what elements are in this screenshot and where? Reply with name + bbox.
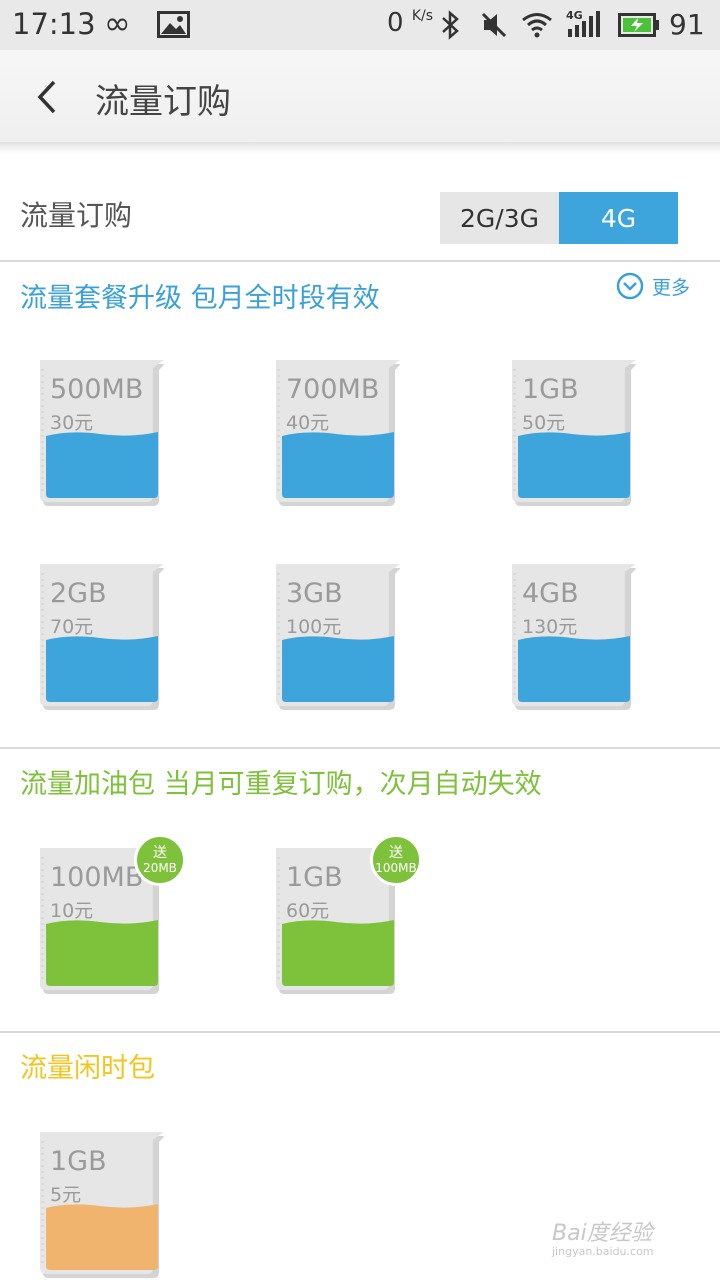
card-price: 30元: [50, 412, 94, 434]
card-price: 60元: [286, 900, 330, 922]
card-price: 70元: [50, 616, 94, 638]
net-speed: 0 K/s: [387, 8, 433, 38]
status-time: 17:13: [12, 7, 96, 41]
gift-badge-label: 送: [153, 845, 167, 861]
package-card[interactable]: 2GB 70元: [40, 564, 164, 710]
gift-badge: 送 100MB: [370, 834, 422, 886]
package-card[interactable]: 1GB 5元: [40, 1132, 164, 1278]
card-price: 50元: [522, 412, 566, 434]
net-speed-unit: K/s: [411, 8, 434, 24]
card-size: 1GB: [286, 862, 343, 893]
network-label: 流量订购: [20, 199, 133, 232]
watermark-sub: jingyan.baidu.com: [552, 1245, 654, 1258]
watermark: Bai度经验: [552, 1221, 653, 1246]
gift-badge-amount: 20MB: [143, 861, 177, 875]
package-card[interactable]: 4GB 130元: [512, 564, 636, 710]
mute-icon: [481, 12, 507, 38]
card-price: 130元: [522, 616, 578, 638]
more-button[interactable]: 更多: [616, 272, 690, 300]
page-title: 流量订购: [95, 82, 231, 122]
gift-badge-amount: 100MB: [375, 861, 417, 875]
package-card[interactable]: 100MB 10元 送 20MB: [40, 834, 186, 994]
package-card[interactable]: 1GB 60元 送 100MB: [276, 834, 422, 994]
section-title-booster: 流量加油包 当月可重复订购，次月自动失效: [20, 769, 542, 800]
status-bar: 17:13 ∞ 0 K/s 4G 91: [0, 0, 720, 50]
back-button[interactable]: [22, 72, 72, 122]
bluetooth-icon: [442, 10, 459, 40]
chevron-down-circle-icon: [616, 272, 644, 300]
card-size: 1GB: [522, 374, 579, 405]
tab-4g[interactable]: 4G: [559, 192, 678, 244]
divider: [0, 747, 720, 749]
section-title-idle: 流量闲时包: [20, 1053, 155, 1084]
card-size: 700MB: [286, 374, 380, 405]
network-selector-row: 流量订购 2G/3G 4G: [0, 154, 720, 260]
card-size: 2GB: [50, 578, 107, 609]
battery-level: 91: [669, 8, 705, 41]
section-title-upgrade: 流量套餐升级 包月全时段有效: [20, 283, 380, 314]
more-label: 更多: [652, 276, 691, 299]
card-size: 1GB: [50, 1146, 107, 1177]
gift-badge-label: 送: [389, 845, 403, 861]
card-price: 100元: [286, 616, 342, 638]
divider: [0, 260, 720, 262]
card-price: 40元: [286, 412, 330, 434]
gift-badge: 送 20MB: [134, 834, 186, 886]
card-size: 3GB: [286, 578, 343, 609]
battery-charging-icon: [618, 13, 659, 37]
package-card[interactable]: 500MB 30元: [40, 360, 164, 506]
package-card[interactable]: 3GB 100元: [276, 564, 400, 710]
header-shadow: [0, 142, 720, 154]
package-card[interactable]: 1GB 50元: [512, 360, 636, 506]
card-price: 10元: [50, 900, 94, 922]
card-size: 4GB: [522, 578, 579, 609]
network-toggle: 2G/3G 4G: [440, 192, 678, 244]
net-speed-value: 0: [387, 8, 404, 38]
card-price: 5元: [50, 1184, 82, 1206]
wifi-icon: [522, 13, 552, 38]
chevron-left-icon: [37, 80, 56, 114]
image-icon: [157, 11, 190, 38]
tab-2g3g[interactable]: 2G/3G: [440, 192, 559, 244]
card-size: 500MB: [50, 374, 144, 405]
infinity-icon: ∞: [104, 4, 131, 42]
app-header: 流量订购: [0, 50, 720, 142]
package-card[interactable]: 700MB 40元: [276, 360, 400, 506]
divider: [0, 1031, 720, 1033]
card-size: 100MB: [50, 862, 144, 893]
